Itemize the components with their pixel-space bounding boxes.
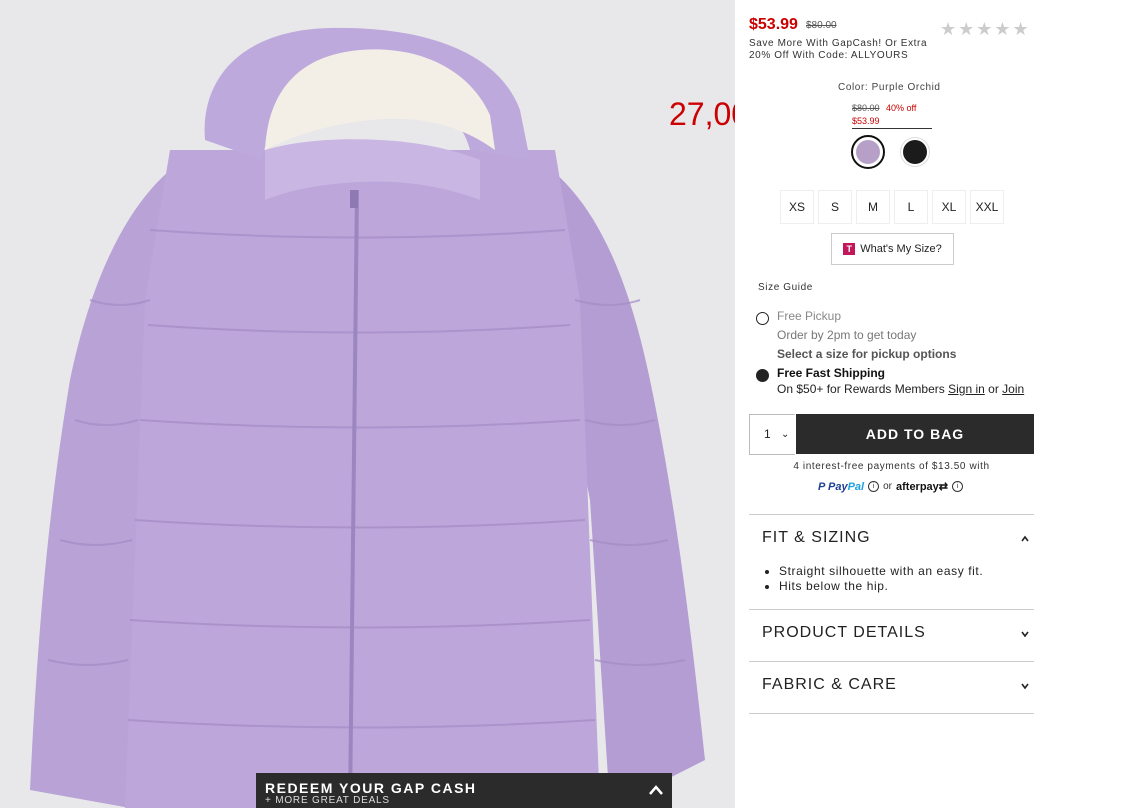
promo-line-1: Save More With GapCash! Or Extra (749, 38, 928, 49)
or-text: or (988, 382, 999, 396)
true-fit-logo-icon: T (843, 243, 856, 255)
product-image (0, 0, 735, 808)
swatch-color (903, 140, 927, 164)
afterpay-word: afterpay (896, 481, 939, 493)
shipping-title: Free Fast Shipping (777, 366, 886, 380)
paypal-logo[interactable]: P PayPal (818, 481, 864, 493)
promo-text: Save More With GapCash! Or Extra 20% Off… (749, 38, 949, 62)
rating-stars-icon[interactable]: ★★★★★ (940, 19, 1031, 40)
info-icon[interactable]: i (868, 481, 880, 492)
sale-price: $53.99 (749, 16, 798, 33)
list-item: Straight silhouette with an easy fit. (779, 564, 983, 579)
quantity-value: 1 (764, 427, 771, 441)
whats-my-size-button[interactable]: T What's My Size? (831, 233, 954, 265)
paypal-word-a: Pay (828, 480, 848, 493)
size-xs[interactable]: XS (780, 190, 814, 224)
chevron-down-icon: ⌄ (781, 429, 790, 440)
quantity-select[interactable]: 1 ⌄ (749, 414, 795, 455)
divider (749, 713, 1034, 714)
redeem-title: REDEEM YOUR GAP CASH (265, 780, 477, 796)
chevron-up-icon[interactable] (648, 783, 664, 797)
swatch-discount: 40% off (886, 103, 917, 113)
list-item: Hits below the hip. (779, 579, 983, 594)
add-to-bag-button[interactable]: ADD TO BAG (796, 414, 1034, 454)
chevron-down-icon[interactable] (1020, 682, 1030, 690)
redeem-subtitle: + MORE GREAT DEALS (265, 795, 390, 806)
pickup-radio[interactable] (756, 312, 769, 325)
info-icon[interactable]: i (952, 481, 964, 492)
or-text: or (883, 481, 892, 492)
sign-in-link[interactable]: Sign in (948, 382, 985, 396)
shipping-radio[interactable] (756, 369, 769, 382)
size-xxl[interactable]: XXL (970, 190, 1004, 224)
size-selector: XS S M L XL XXL (780, 190, 1004, 224)
swatch-purple-orchid[interactable] (851, 135, 885, 169)
redeem-gap-cash-bar[interactable]: REDEEM YOUR GAP CASH + MORE GREAT DEALS (256, 773, 672, 808)
divider (749, 661, 1034, 662)
puffer-jacket-illustration (0, 0, 735, 808)
swatch-divider (852, 128, 932, 129)
join-link[interactable]: Join (1002, 382, 1024, 396)
swatch-sale-price: $53.99 (852, 116, 880, 126)
size-m[interactable]: M (856, 190, 890, 224)
swatch-color (856, 140, 880, 164)
fit-sizing-toggle[interactable]: FIT & SIZING (762, 529, 871, 547)
pickup-title: Free Pickup (777, 309, 842, 323)
size-l[interactable]: L (894, 190, 928, 224)
size-xl[interactable]: XL (932, 190, 966, 224)
divider (749, 609, 1034, 610)
pickup-subtitle: Order by 2pm to get today (777, 328, 917, 342)
shipping-subtitle: On $50+ for Rewards Members Sign in or J… (777, 382, 1024, 396)
payment-options: P PayPal i or afterpay⇄ i (818, 480, 964, 493)
swatch-original-price: $80.00 (852, 103, 880, 113)
swatch-black[interactable] (900, 137, 930, 167)
installments-text: 4 interest-free payments of $13.50 with (793, 461, 990, 472)
promo-line-2: 20% Off With Code: ALLYOURS (749, 50, 909, 61)
whats-my-size-label: What's My Size? (860, 243, 942, 255)
pickup-select-size-note: Select a size for pickup options (777, 347, 957, 361)
chevron-up-icon[interactable] (1020, 535, 1030, 543)
original-price: $80.00 (806, 20, 837, 31)
fit-sizing-bullets: Straight silhouette with an easy fit. Hi… (765, 564, 983, 594)
fabric-care-toggle[interactable]: FABRIC & CARE (762, 676, 897, 694)
size-guide-link[interactable]: Size Guide (758, 282, 813, 293)
size-s[interactable]: S (818, 190, 852, 224)
shipping-note: On $50+ for Rewards Members (777, 382, 945, 396)
paypal-word-b: Pal (847, 480, 865, 493)
chevron-down-icon[interactable] (1020, 630, 1030, 638)
afterpay-logo[interactable]: afterpay⇄ (896, 480, 948, 493)
divider (749, 514, 1034, 515)
product-details-toggle[interactable]: PRODUCT DETAILS (762, 624, 926, 642)
color-label: Color: Purple Orchid (838, 82, 941, 93)
